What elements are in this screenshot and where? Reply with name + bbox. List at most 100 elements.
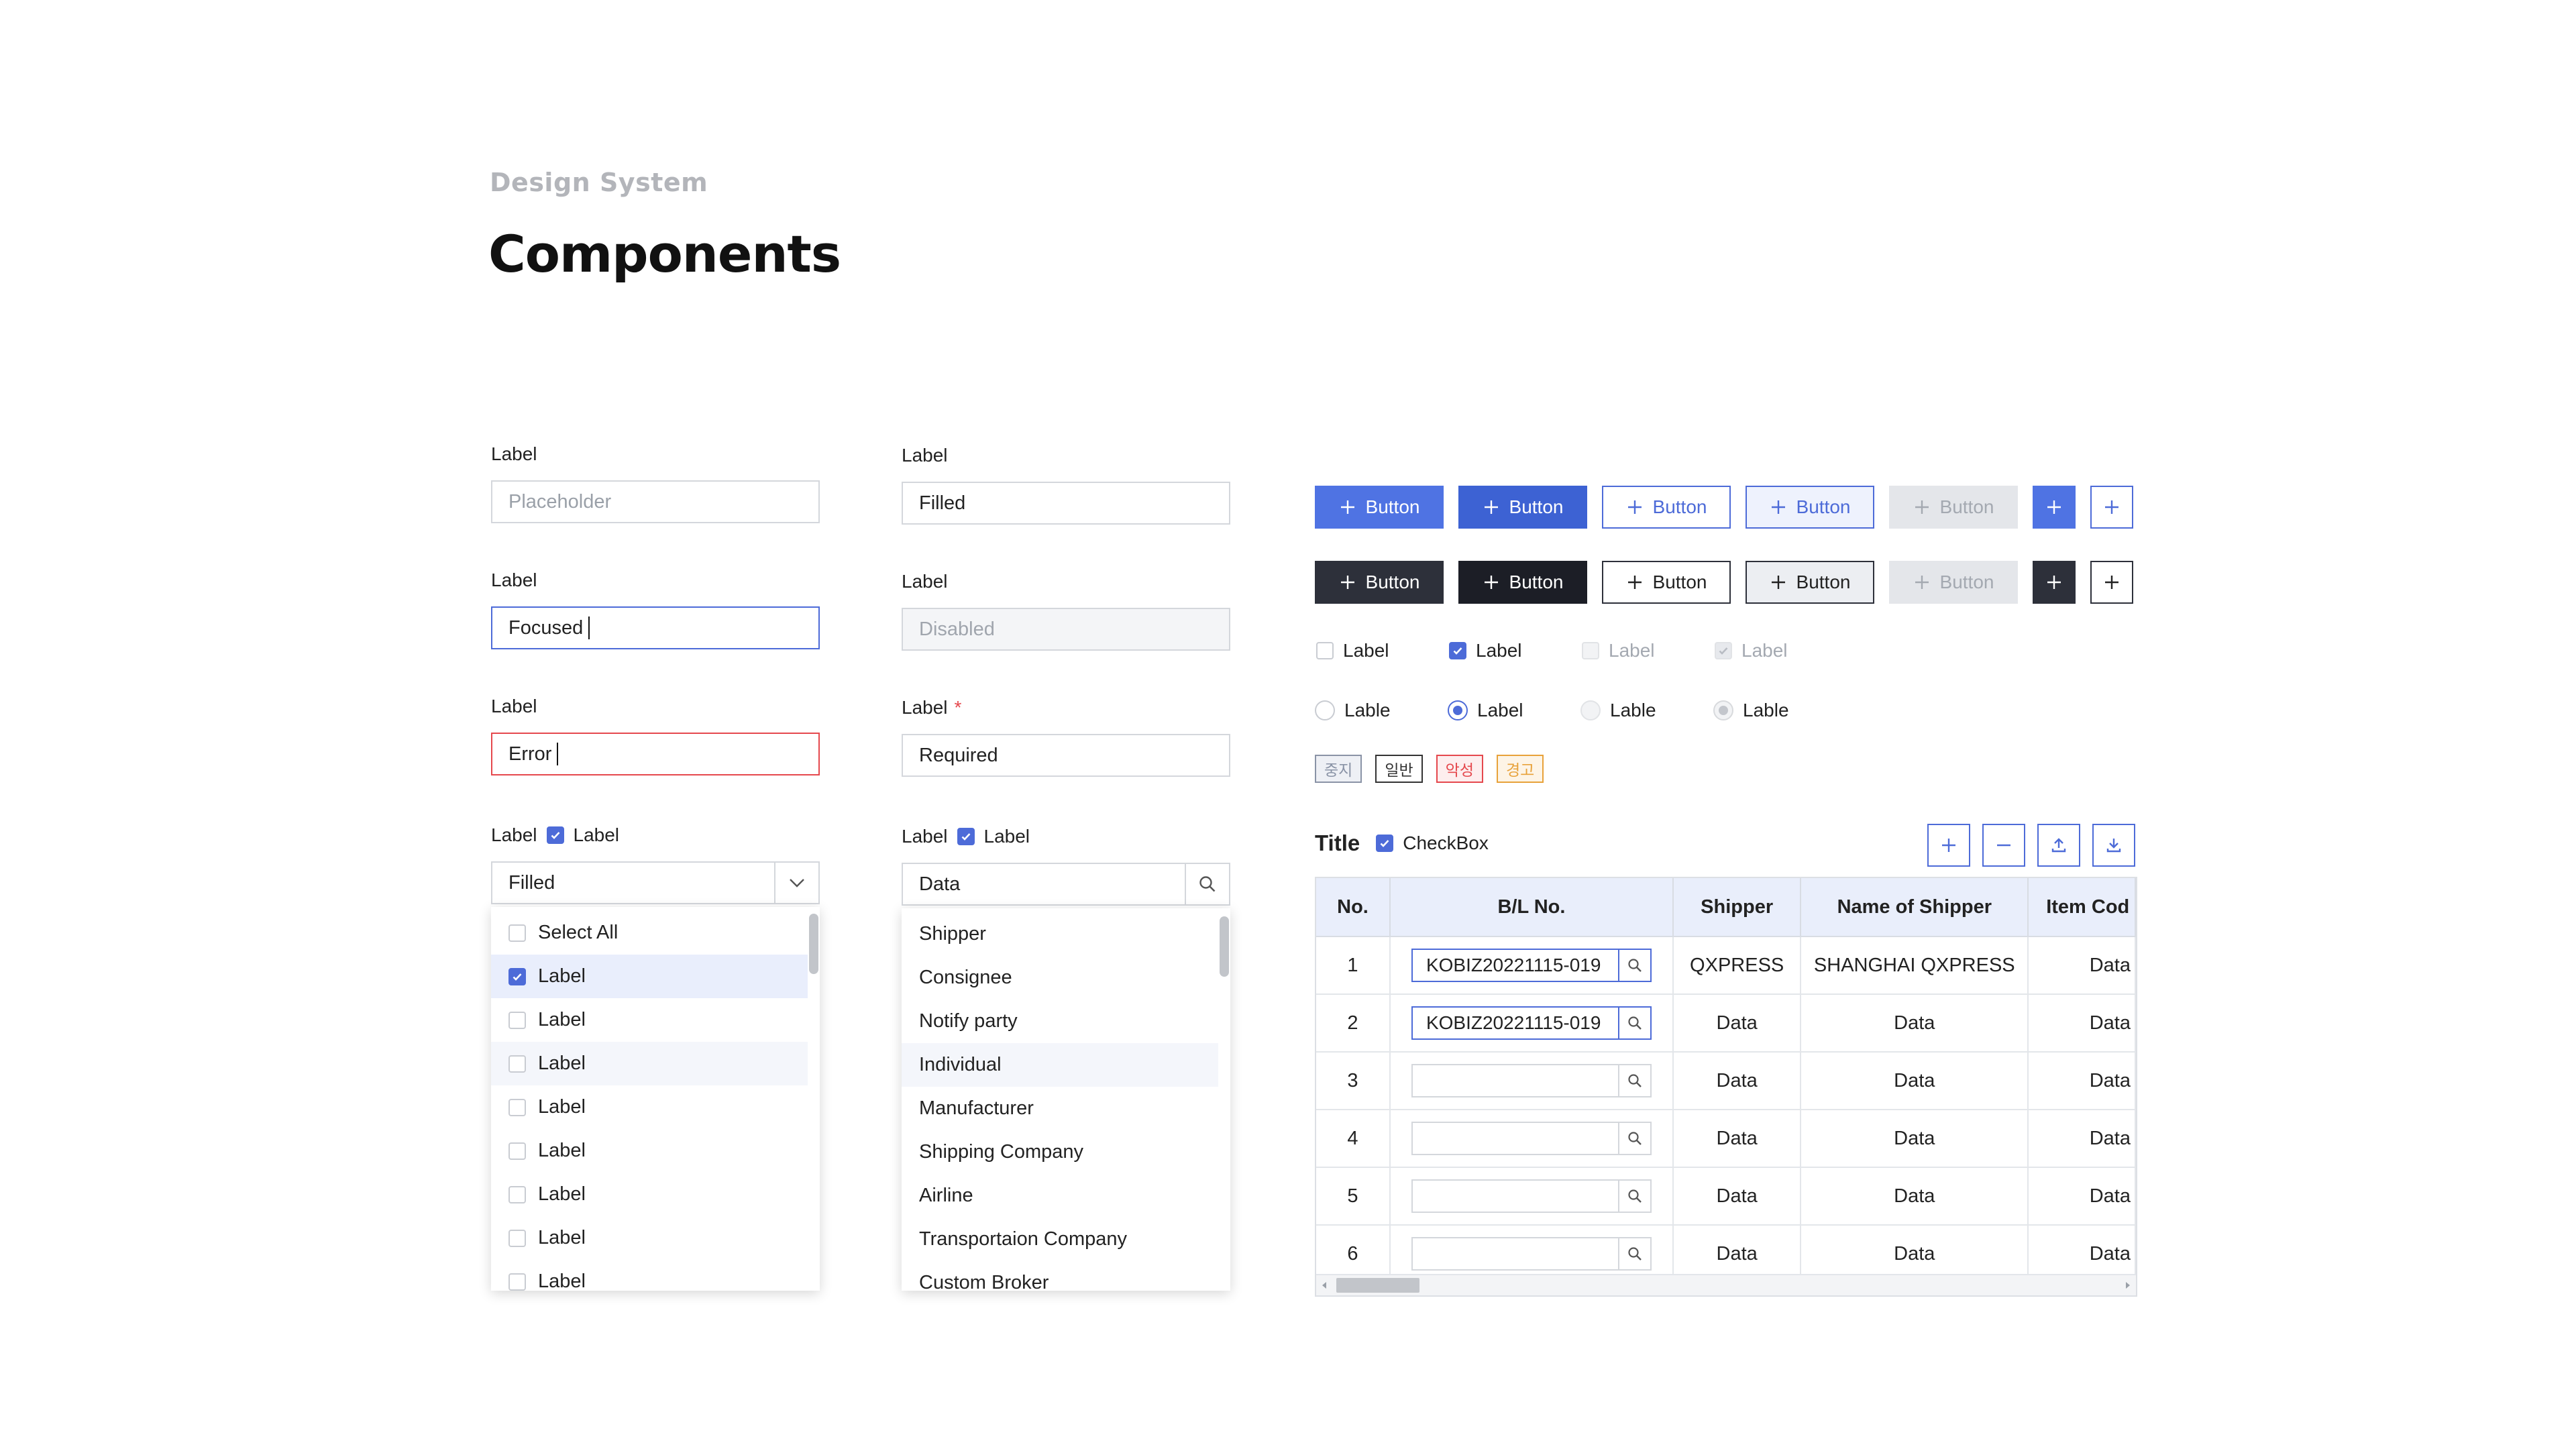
checkbox-checked[interactable] [1376,835,1394,852]
search-icon[interactable] [1617,1181,1650,1212]
option-item[interactable]: Label [491,1260,808,1291]
minus-icon [1997,844,2010,847]
add-icon-button[interactable] [2033,486,2076,529]
option-item[interactable]: Airline [902,1174,1218,1218]
checkbox-unchecked[interactable] [508,1055,526,1073]
outline-button[interactable]: Button [1602,486,1731,529]
download-button[interactable] [2092,824,2135,867]
dark-outline-button[interactable]: Button [1602,561,1731,604]
plus-icon [1915,576,1929,589]
checkbox-unchecked[interactable] [1316,642,1334,659]
add-icon-button-dark-outline[interactable] [2090,561,2133,604]
bl-search-input[interactable] [1411,1064,1652,1097]
checkbox-unchecked-item[interactable]: Label [1316,639,1389,662]
option-item[interactable]: Shipper [902,912,1218,956]
option-item[interactable]: Label [491,1129,808,1173]
table-title-bar: Title CheckBox [1315,832,1489,855]
table-actions [1927,824,2135,867]
scrollbar-thumb[interactable] [1336,1278,1419,1293]
upload-button[interactable] [2037,824,2080,867]
option-item[interactable]: Label [491,955,808,998]
scrollbar-thumb[interactable] [809,914,818,974]
plus-icon [1484,576,1498,589]
checkbox-unchecked[interactable] [508,1185,526,1203]
bl-search-input[interactable]: KOBIZ20221115-019 [1411,1006,1652,1040]
bl-search-input[interactable] [1411,1237,1652,1271]
option-item[interactable]: Label [491,998,808,1042]
text-input-filled[interactable]: Filled [902,482,1230,525]
column-header[interactable]: Shipper [1672,878,1802,937]
text-input-error[interactable]: Error [491,733,820,775]
disabled-button: Button [1889,561,2018,604]
checkbox-unchecked[interactable] [508,924,526,942]
option-item[interactable]: Shipping Company [902,1130,1218,1174]
add-icon-button-outline[interactable] [2090,486,2133,529]
search-icon[interactable] [1617,1008,1650,1038]
checkbox-checked[interactable] [957,828,975,845]
option-item[interactable]: Label [491,1085,808,1129]
search-icon[interactable] [1617,950,1650,981]
select-dropdown[interactable]: Filled [491,861,820,904]
option-item[interactable]: Notify party [902,1000,1218,1043]
horizontal-scrollbar[interactable] [1316,1274,2136,1295]
chevron-down-icon[interactable] [774,863,818,903]
dark-outline-button-hover[interactable]: Button [1746,561,1874,604]
option-item[interactable]: Consignee [902,956,1218,1000]
checkbox-checked-item[interactable]: Label [1449,639,1522,662]
table-row[interactable]: 1 KOBIZ20221115-019 QXPRESS SHANGHAI QXPRES… [1316,936,2136,995]
option-item[interactable]: Manufacturer [902,1087,1218,1130]
option-item[interactable]: Label [491,1173,808,1216]
radio-checked[interactable] [1448,700,1468,720]
checkbox-unchecked[interactable] [508,1273,526,1291]
option-item[interactable]: Label [491,1042,808,1085]
add-row-button[interactable] [1927,824,1970,867]
checkbox-unchecked[interactable] [508,1011,526,1029]
search-icon[interactable] [1617,1238,1650,1269]
search-icon[interactable] [1617,1065,1650,1096]
text-input-focused[interactable]: Focused [491,606,820,649]
checkbox-checked[interactable] [546,826,564,844]
column-header[interactable]: Name of Shipper [1801,878,2029,937]
dark-button-hover[interactable]: Button [1458,561,1587,604]
radio-unchecked-item[interactable]: Lable [1315,699,1391,722]
search-icon[interactable] [1617,1123,1650,1154]
search-icon [1628,1189,1642,1203]
primary-button-hover[interactable]: Button [1458,486,1587,529]
column-header[interactable]: Item Cod [2028,878,2136,937]
add-icon-button-dark[interactable] [2033,561,2076,604]
checkbox-unchecked[interactable] [508,1229,526,1247]
column-header[interactable]: No. [1316,878,1391,937]
search-select-input[interactable]: Data [902,863,1230,906]
option-item[interactable]: Transportaion Company [902,1218,1218,1261]
text-input-required[interactable]: Required [902,734,1230,777]
checkbox-checked[interactable] [508,967,526,985]
table-row[interactable]: 5 Data Data Data [1316,1167,2136,1226]
search-icon[interactable] [1185,864,1229,904]
radio-checked-item[interactable]: Label [1448,699,1523,722]
field-label: Label [491,570,537,590]
option-item[interactable]: Custom Broker [902,1261,1218,1291]
bl-search-input[interactable] [1411,1179,1652,1213]
remove-row-button[interactable] [1982,824,2025,867]
plus-icon [2047,500,2061,514]
search-icon [1628,1016,1642,1030]
outline-button-hover[interactable]: Button [1746,486,1874,529]
scrollbar-thumb[interactable] [1220,916,1229,977]
checkbox-unchecked[interactable] [508,1098,526,1116]
primary-button[interactable]: Button [1315,486,1444,529]
option-item[interactable]: Individual [902,1043,1218,1087]
bl-search-input[interactable] [1411,1122,1652,1155]
checkbox-unchecked[interactable] [508,1142,526,1160]
checkbox-disabled-checked-item: Label [1715,639,1788,662]
text-input-placeholder[interactable]: Placeholder [491,480,820,523]
dark-button[interactable]: Button [1315,561,1444,604]
select-all-option[interactable]: Select All [491,911,808,955]
column-header[interactable]: B/L No. [1389,878,1674,937]
checkbox-checked[interactable] [1449,642,1466,659]
radio-unchecked[interactable] [1315,700,1335,720]
bl-search-input[interactable]: KOBIZ20221115-019 [1411,949,1652,982]
table-row[interactable]: 4 Data Data Data [1316,1110,2136,1168]
table-row[interactable]: 2 KOBIZ20221115-019 Data Data Data [1316,994,2136,1053]
table-row[interactable]: 3 Data Data Data [1316,1052,2136,1110]
option-item[interactable]: Label [491,1216,808,1260]
